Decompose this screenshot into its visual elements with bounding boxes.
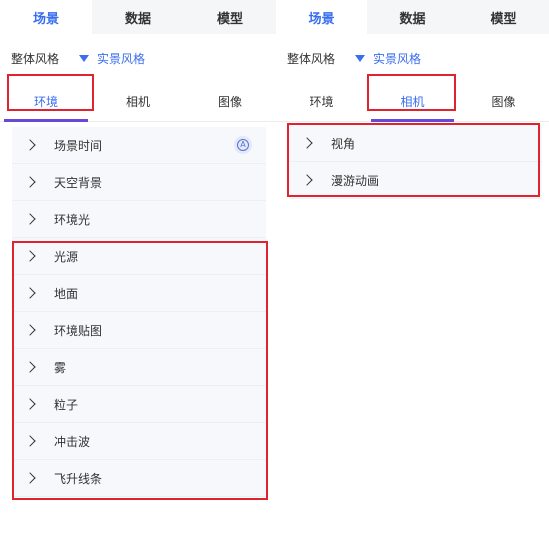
tab-scene[interactable]: 场景 [276,0,367,34]
environment-list: 场景时间 A 天空背景 环境光 光源 地面 环境贴图 雾 粒子 冲击波 飞升线条 [12,127,266,497]
list-item-rising-lines[interactable]: 飞升线条 [12,460,266,497]
sub-tab-environment[interactable]: 环境 [276,82,367,121]
style-dropdown[interactable]: 实景风格 [355,50,421,67]
camera-list: 视角 漫游动画 [289,125,542,199]
list-item-label: 视角 [331,136,356,151]
list-item-light-source[interactable]: 光源 [12,238,266,275]
sub-tab-environment[interactable]: 环境 [0,82,92,122]
list-item-scene-time[interactable]: 场景时间 A [12,127,266,164]
chevron-right-icon [24,472,36,484]
list-item-environment-map[interactable]: 环境贴图 [12,312,266,349]
caret-down-icon [79,54,90,62]
sub-tab-bar: 环境 相机 图像 [276,82,549,122]
list-item-label: 光源 [54,249,79,264]
tab-model[interactable]: 模型 [458,0,549,34]
chevron-right-icon [24,139,36,151]
style-row: 整体风格 实景风格 [276,34,549,82]
tab-data[interactable]: 数据 [92,0,184,34]
style-dropdown-value: 实景风格 [97,51,146,66]
top-tab-bar: 场景 数据 模型 [276,0,549,34]
style-row: 整体风格 实景风格 [0,34,276,82]
chevron-right-icon [24,398,36,410]
list-item-label: 地面 [54,286,79,301]
list-item-label: 冲击波 [54,434,91,449]
style-dropdown[interactable]: 实景风格 [79,50,145,67]
chevron-right-icon [301,137,313,149]
sub-tab-camera[interactable]: 相机 [367,82,458,122]
chevron-right-icon [24,435,36,447]
list-item-ambient-light[interactable]: 环境光 [12,201,266,238]
list-item-shockwave[interactable]: 冲击波 [12,423,266,460]
caret-down-icon [355,54,366,62]
list-item-label: 漫游动画 [331,173,380,188]
chevron-right-icon [301,174,313,186]
list-item-label: 飞升线条 [54,471,103,486]
sub-tab-image[interactable]: 图像 [184,82,276,121]
chevron-right-icon [24,287,36,299]
chevron-right-icon [24,176,36,188]
list-item-label: 场景时间 [54,138,103,153]
top-tab-bar: 场景 数据 模型 [0,0,276,34]
sub-tab-camera[interactable]: 相机 [92,82,184,121]
left-scene-panel: 场景 数据 模型 整体风格 实景风格 环境 相机 图像 场景时间 A 天空背景 … [0,0,276,538]
list-item-fog[interactable]: 雾 [12,349,266,386]
list-item-label: 雾 [54,360,67,375]
style-label: 整体风格 [11,51,60,66]
style-label: 整体风格 [287,51,336,66]
right-scene-panel: 场景 数据 模型 整体风格 实景风格 环境 相机 图像 视角 漫游动画 [276,0,549,538]
list-item-label: 天空背景 [54,175,103,190]
tab-scene[interactable]: 场景 [0,0,92,34]
auto-badge-icon[interactable]: A [234,136,252,154]
chevron-right-icon [24,361,36,373]
list-item-label: 环境贴图 [54,323,103,338]
list-item-view-angle[interactable]: 视角 [289,125,542,162]
tab-data[interactable]: 数据 [367,0,458,34]
chevron-right-icon [24,213,36,225]
style-dropdown-value: 实景风格 [373,51,422,66]
list-item-particles[interactable]: 粒子 [12,386,266,423]
list-item-label: 环境光 [54,212,91,227]
chevron-right-icon [24,250,36,262]
sub-tab-bar: 环境 相机 图像 [0,82,276,122]
sub-tab-image[interactable]: 图像 [458,82,549,121]
list-item-roaming-animation[interactable]: 漫游动画 [289,162,542,199]
list-item-label: 粒子 [54,397,79,412]
chevron-right-icon [24,324,36,336]
tab-model[interactable]: 模型 [184,0,276,34]
list-item-sky-background[interactable]: 天空背景 [12,164,266,201]
list-item-ground[interactable]: 地面 [12,275,266,312]
